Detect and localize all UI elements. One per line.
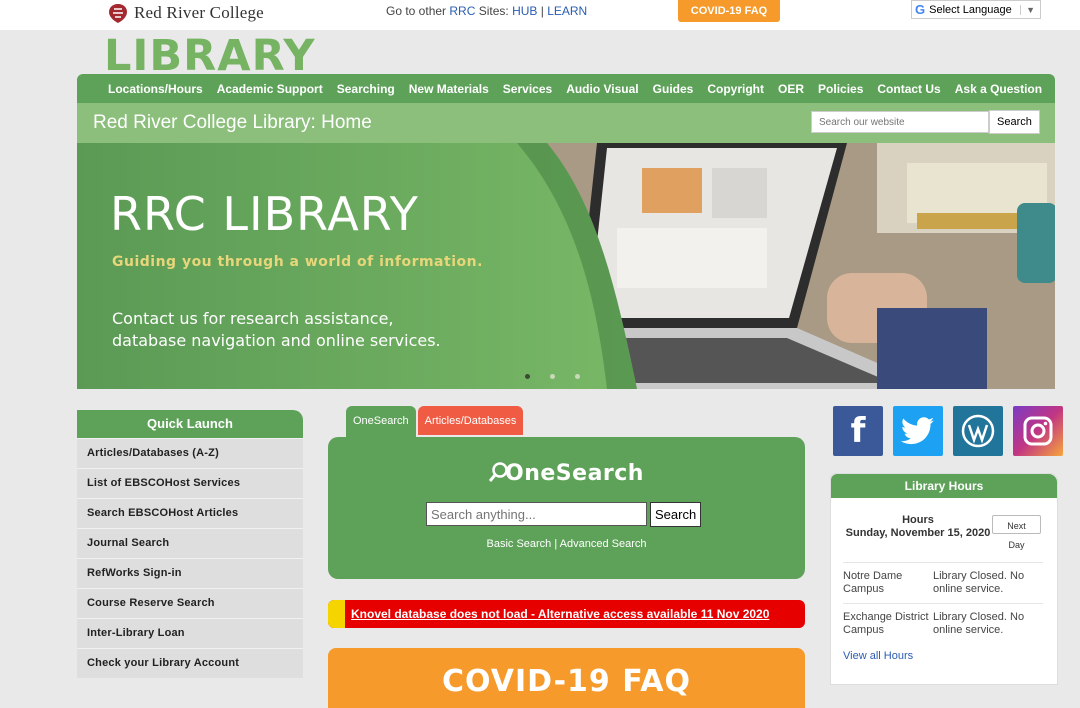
quick-launch: Quick Launch Articles/Databases (A-Z) Li… xyxy=(77,410,303,678)
view-all-hours-link[interactable]: View all Hours xyxy=(843,650,913,662)
nav-item-oer[interactable]: OER xyxy=(778,82,804,96)
hours-date-block: Hours Sunday, November 15, 2020 xyxy=(843,514,993,540)
hero-banner[interactable]: RRC LIBRARY Guiding you through a world … xyxy=(77,143,1055,389)
language-select[interactable]: G Select Language ▼ xyxy=(911,0,1041,19)
nav-item-copyright[interactable]: Copyright xyxy=(707,82,764,96)
hours-row: Exchange District Campus Library Closed.… xyxy=(843,603,1043,637)
nav-item-guides[interactable]: Guides xyxy=(653,82,694,96)
rrc-logo[interactable]: Red River College xyxy=(106,2,264,24)
next-day-button[interactable]: Next Day xyxy=(992,515,1041,550)
language-select-label: Select Language xyxy=(929,3,1012,16)
sites-label: Sites: xyxy=(475,4,513,18)
quick-launch-item[interactable]: Course Reserve Search xyxy=(77,588,303,618)
hours-date: Sunday, November 15, 2020 xyxy=(845,527,991,539)
library-hours: Library Hours Hours Sunday, November 15,… xyxy=(830,473,1058,685)
nav-item-academic-support[interactable]: Academic Support xyxy=(217,82,323,96)
rrc-logo-icon xyxy=(109,4,127,23)
basic-search-link[interactable]: Basic Search xyxy=(486,538,551,550)
hours-campus: Exchange District Campus xyxy=(843,611,929,636)
hours-status: Library Closed. No online service. xyxy=(933,611,1025,636)
other-sites: Go to other RRC Sites: HUB | LEARN xyxy=(386,4,587,18)
chevron-down-icon: ▼ xyxy=(1020,4,1040,15)
advanced-search-link[interactable]: Advanced Search xyxy=(560,538,647,550)
hours-row: Notre Dame Campus Library Closed. No onl… xyxy=(843,562,1043,596)
nav-item-locations-hours[interactable]: Locations/Hours xyxy=(108,82,203,96)
onesearch-form: Search xyxy=(426,502,702,527)
quick-launch-item[interactable]: Journal Search xyxy=(77,528,303,558)
onesearch-links: Basic Search | Advanced Search xyxy=(328,538,805,550)
hub-link[interactable]: HUB xyxy=(512,4,537,18)
site-search-button[interactable]: Search xyxy=(989,110,1040,134)
logo-text: Red River College xyxy=(134,3,264,22)
quick-launch-item[interactable]: Check your Library Account xyxy=(77,648,303,678)
onesearch-search-button[interactable]: Search xyxy=(650,502,702,527)
carousel-dots xyxy=(525,374,580,379)
separator: | xyxy=(537,4,548,18)
learn-link[interactable]: LEARN xyxy=(547,4,587,18)
rrc-link[interactable]: RRC xyxy=(449,4,475,18)
quick-launch-item[interactable]: Inter-Library Loan xyxy=(77,618,303,648)
site-search: Search xyxy=(811,110,1040,134)
tab-articles-databases[interactable]: Articles/Databases xyxy=(417,406,524,435)
quick-launch-item[interactable]: RefWorks Sign-in xyxy=(77,558,303,588)
hero-contact: Contact us for research assistance, data… xyxy=(112,309,441,350)
other-sites-prefix: Go to other xyxy=(386,4,450,18)
nav-item-contact-us[interactable]: Contact Us xyxy=(877,82,940,96)
covid-faq-text: COVID-19 FAQ xyxy=(442,664,691,699)
quick-launch-item[interactable]: Articles/Databases (A-Z) xyxy=(77,438,303,468)
onesearch-logo-text: OneSearch xyxy=(505,461,644,486)
title-bar: Red River College Library: Home Search xyxy=(77,103,1055,143)
nav-item-policies[interactable]: Policies xyxy=(818,82,863,96)
carousel-dot-1[interactable] xyxy=(525,374,530,379)
nav-item-searching[interactable]: Searching xyxy=(337,82,395,96)
twitter-icon[interactable] xyxy=(893,406,943,456)
hero-tagline: Guiding you through a world of informati… xyxy=(112,254,483,270)
site-search-input[interactable] xyxy=(811,111,989,133)
quick-launch-item[interactable]: Search EBSCOHost Articles xyxy=(77,498,303,528)
hours-heading: Hours xyxy=(902,514,934,526)
onesearch-input[interactable] xyxy=(426,502,647,526)
hero-title: RRC LIBRARY xyxy=(110,187,419,241)
search-tabs: OneSearch Articles/Databases xyxy=(346,406,524,437)
nav-item-audio-visual[interactable]: Audio Visual xyxy=(566,82,638,96)
library-heading: LIBRARY xyxy=(104,36,316,74)
hours-campus: Notre Dame Campus xyxy=(843,570,903,595)
top-bar: Red River College Go to other RRC Sites:… xyxy=(0,0,1080,30)
page-title: Red River College Library: Home xyxy=(93,112,372,133)
onesearch-panel: OneSearch Search Basic Search | Advanced… xyxy=(328,437,805,579)
google-icon: G xyxy=(915,2,926,17)
onesearch-logo: OneSearch xyxy=(328,461,805,486)
alert-banner: Knovel database does not load - Alternat… xyxy=(328,600,805,628)
tab-onesearch[interactable]: OneSearch xyxy=(346,406,416,437)
alert-stripe xyxy=(328,600,345,628)
facebook-icon[interactable]: f xyxy=(833,406,883,456)
covid-faq-box[interactable]: COVID-19 FAQ xyxy=(328,648,805,708)
covid-faq-button[interactable]: COVID-19 FAQ xyxy=(678,0,780,22)
quick-launch-item[interactable]: List of EBSCOHost Services xyxy=(77,468,303,498)
link-separator: | xyxy=(551,538,560,550)
carousel-dot-3[interactable] xyxy=(575,374,580,379)
wordpress-icon[interactable] xyxy=(953,406,1003,456)
nav-item-new-materials[interactable]: New Materials xyxy=(409,82,489,96)
quick-launch-title: Quick Launch xyxy=(77,410,303,438)
alert-link[interactable]: Knovel database does not load - Alternat… xyxy=(351,607,769,621)
instagram-icon[interactable] xyxy=(1013,406,1063,456)
main-nav: Locations/Hours Academic Support Searchi… xyxy=(77,74,1055,103)
carousel-dot-2[interactable] xyxy=(550,374,555,379)
nav-item-ask-a-question[interactable]: Ask a Question xyxy=(955,82,1042,96)
nav-item-services[interactable]: Services xyxy=(503,82,552,96)
library-hours-title: Library Hours xyxy=(831,474,1057,498)
hours-status: Library Closed. No online service. xyxy=(933,570,1025,595)
social-links: f xyxy=(833,406,1063,456)
